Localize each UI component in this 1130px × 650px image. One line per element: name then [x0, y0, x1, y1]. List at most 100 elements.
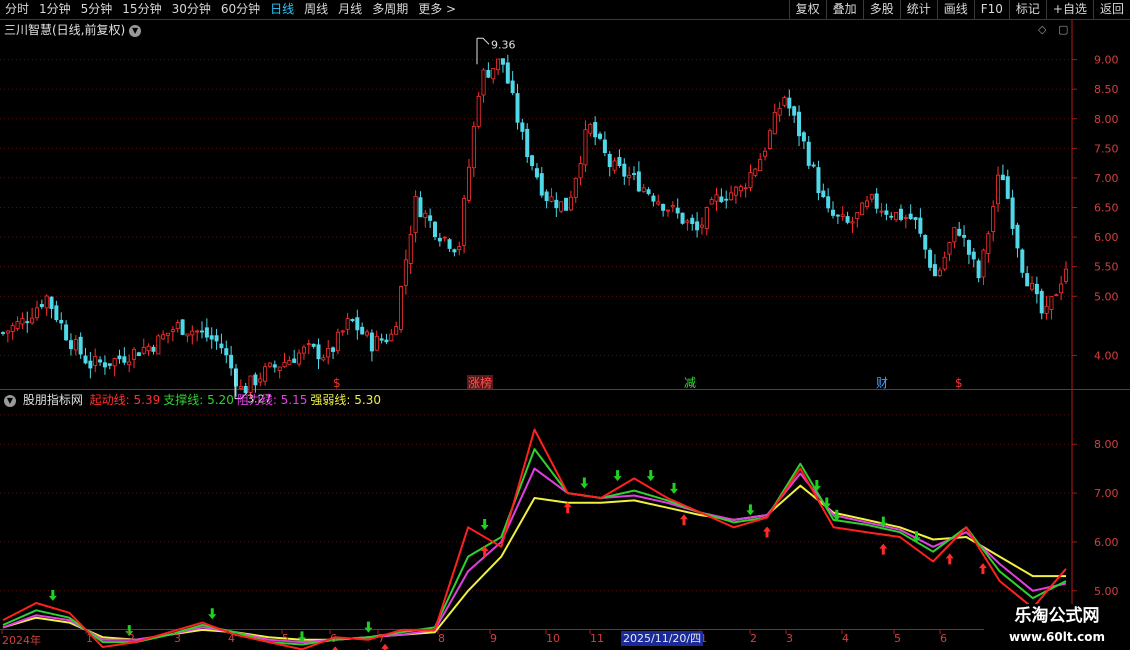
- candle-body: [573, 177, 578, 198]
- candle-body: [651, 195, 656, 202]
- candle-body: [894, 212, 899, 221]
- candle-body: [928, 249, 933, 268]
- event-marker: $: [333, 376, 341, 390]
- x-axis-label: 4: [228, 632, 235, 645]
- candle-body: [214, 335, 219, 342]
- candle-body: [534, 168, 539, 178]
- candle-body: [122, 356, 127, 363]
- indicator-values: 起动线: 5.39 支撑线: 5.20 阻力线: 5.15 强弱线: 5.30: [90, 393, 384, 407]
- candle-body: [117, 355, 122, 360]
- candle-body: [636, 171, 641, 192]
- candle-body: [860, 202, 865, 216]
- buy-signal-arrow: [978, 563, 987, 575]
- indicator-name[interactable]: 股朋指标网: [23, 393, 83, 407]
- candle-body: [932, 264, 937, 277]
- candle-body: [656, 201, 661, 205]
- candle-body: [471, 125, 476, 169]
- candle-body: [816, 167, 821, 194]
- candle-body: [923, 234, 928, 250]
- candle-body: [641, 187, 646, 192]
- candle-body: [335, 331, 340, 352]
- sell-signal-arrow: [746, 504, 755, 516]
- candle-body: [772, 111, 777, 135]
- candle-body: [316, 344, 321, 360]
- candle-body: [98, 359, 103, 363]
- candle-body: [107, 363, 112, 366]
- candle-body: [714, 194, 719, 202]
- candle-body: [345, 318, 350, 330]
- candle-body: [141, 347, 146, 354]
- candle-body: [835, 214, 840, 217]
- indicator-line-4: [2, 484, 1066, 641]
- candle-body: [34, 307, 39, 319]
- candle-body: [369, 332, 374, 352]
- candle-body: [996, 174, 1001, 205]
- candle-body: [200, 330, 205, 333]
- candle-body: [297, 352, 302, 365]
- x-axis-label: 3: [174, 632, 181, 645]
- buy-signal-arrow: [763, 526, 772, 538]
- candle-body: [539, 173, 544, 196]
- candle-body: [1025, 273, 1030, 287]
- y-axis-label: 7.50: [1094, 142, 1119, 155]
- candle-body: [632, 173, 637, 175]
- candle-body: [447, 239, 452, 249]
- candle-body: [753, 168, 758, 176]
- candle-body: [68, 340, 73, 350]
- candle-body: [646, 189, 651, 195]
- candle-body: [1020, 249, 1025, 273]
- candle-body: [874, 193, 879, 209]
- high-pointer: [477, 37, 490, 45]
- candle-body: [229, 354, 234, 369]
- candle-body: [166, 332, 171, 336]
- candle-body: [583, 129, 588, 166]
- candle-body: [515, 93, 520, 123]
- x-axis-label: 8: [438, 632, 445, 645]
- candle-body: [1005, 176, 1010, 199]
- candle-body: [1044, 305, 1049, 314]
- candle-body: [452, 249, 457, 253]
- indicator-line-2: [2, 448, 1067, 646]
- x-axis-label: 2024年: [2, 634, 41, 647]
- candle-body: [966, 240, 971, 255]
- candle-body: [588, 123, 593, 134]
- x-axis-label: 6: [330, 632, 337, 645]
- candle-body: [525, 128, 530, 158]
- candle-body: [680, 212, 685, 224]
- candle-body: [93, 356, 98, 366]
- candle-body: [986, 233, 991, 254]
- candle-body: [763, 150, 768, 157]
- candle-body: [267, 362, 272, 367]
- candle-body: [971, 251, 976, 260]
- candle-body: [598, 133, 603, 139]
- x-axis-label: 3: [786, 632, 793, 645]
- candle-body: [952, 227, 957, 243]
- y-axis-label: 7.00: [1094, 172, 1119, 185]
- candle-body: [811, 164, 816, 167]
- candle-body: [151, 346, 156, 352]
- candle-body: [54, 305, 59, 321]
- candle-body: [1059, 283, 1064, 294]
- buy-signal-arrow: [679, 514, 688, 526]
- candle-body: [219, 343, 224, 349]
- candle-body: [10, 325, 15, 332]
- candle-body: [510, 80, 515, 94]
- candle-body: [20, 318, 25, 325]
- candle-body: [942, 256, 947, 270]
- candle-body: [306, 343, 311, 346]
- chevron-down-icon[interactable]: ▼: [4, 394, 16, 407]
- candle-body: [704, 207, 709, 230]
- candle-body: [59, 319, 64, 324]
- candle-body: [617, 157, 622, 166]
- indicator-value: 起动线: 5.39: [89, 393, 161, 407]
- candle-body: [73, 339, 78, 351]
- candle-body: [792, 106, 797, 116]
- y-axis-label: 7.00: [1094, 487, 1119, 500]
- event-marker: 财: [876, 376, 888, 390]
- candle-body: [238, 386, 243, 389]
- candle-body: [913, 217, 918, 221]
- candle-body: [767, 130, 772, 149]
- candle-body: [855, 212, 860, 220]
- candle-body: [937, 269, 942, 276]
- candle-body: [462, 198, 467, 246]
